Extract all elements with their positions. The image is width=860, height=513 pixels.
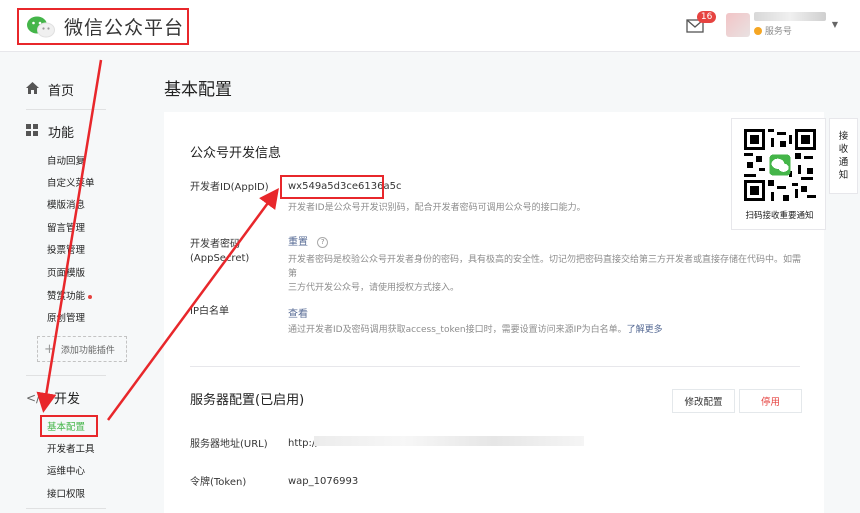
grid-icon — [26, 123, 40, 140]
divider — [26, 109, 106, 110]
sidebar-item-comments[interactable]: 留言管理 — [47, 220, 85, 234]
account-type: 服务号 — [764, 27, 792, 37]
secret-reset-row: 重置 ? — [288, 233, 329, 248]
ip-whitelist-label: IP白名单 — [190, 306, 229, 317]
platform-title: 微信公众平台 — [64, 17, 185, 39]
chevron-down-icon[interactable]: ▼ — [832, 20, 838, 29]
view-ip-whitelist-link[interactable]: 查看 — [288, 305, 308, 320]
server-config-title: 服务器配置(已启用) — [190, 393, 305, 408]
plus-icon: + — [44, 341, 55, 357]
ip-description-text: 通过开发者ID及密码调用获取access_token接口时，需要设置访问来源IP… — [288, 325, 627, 335]
tab-char: 知 — [838, 170, 849, 181]
disable-button[interactable]: 停用 — [739, 389, 802, 413]
ip-whitelist-description: 通过开发者ID及密码调用获取access_token接口时，需要设置访问来源IP… — [288, 323, 808, 337]
annotation-highlight-box — [40, 415, 98, 437]
new-dot-icon — [88, 294, 93, 299]
avatar[interactable] — [725, 12, 750, 37]
dev-info-title: 公众号开发信息 — [190, 146, 282, 161]
divider — [190, 366, 800, 367]
appid-description: 开发者ID是公众号开发识别码，配合开发者密码可调用公众号的接口能力。 — [288, 203, 586, 213]
config-card: 公众号开发信息 开发者ID(AppID) wx549a5d3ce6136a5c … — [164, 112, 824, 513]
page-title: 基本配置 — [164, 80, 232, 100]
secret-label-line: 开发者密码 — [190, 239, 240, 250]
message-button[interactable]: 16 — [686, 10, 717, 33]
secret-label-line: (AppSecret) — [190, 253, 250, 264]
tab-char: 接 — [838, 131, 849, 142]
wechat-logo-icon — [27, 16, 55, 37]
account-name-blurred — [753, 12, 826, 21]
secret-label: 开发者密码 (AppSecret) — [190, 238, 249, 266]
home-icon — [26, 81, 40, 98]
receive-notification-tab[interactable]: 接 收 通 知 — [829, 118, 858, 194]
divider — [26, 508, 106, 509]
sidebar-item-label: 赞赏功能 — [47, 291, 86, 302]
sidebar-item-api-permissions[interactable]: 接口权限 — [47, 486, 85, 500]
sidebar-section-features[interactable]: 功能 — [26, 122, 74, 141]
sidebar-item-home[interactable]: 首页 — [26, 80, 74, 99]
add-plugin-button[interactable]: + 添加功能插件 — [37, 336, 127, 362]
sidebar-section-label: 开发 — [54, 392, 81, 407]
sidebar-item-dev-tools[interactable]: 开发者工具 — [47, 441, 95, 455]
notification-badge: 16 — [696, 10, 717, 23]
token-label: 令牌(Token) — [190, 477, 247, 488]
qr-code-panel: 扫码接收重要通知 — [731, 118, 826, 230]
sidebar-section-label: 功能 — [48, 126, 75, 141]
sidebar-item-custom-menu[interactable]: 自定义菜单 — [47, 175, 95, 189]
secret-description-line: 开发者密码是校验公众号开发者身份的密码，具有极高的安全性。切记勿把密码直接交给第… — [288, 255, 802, 279]
qr-code-image — [744, 129, 816, 201]
add-plugin-label: 添加功能插件 — [60, 345, 115, 356]
sidebar-item-reward[interactable]: 赞赏功能 — [47, 288, 93, 302]
account-area: 16 服务号 ▼ — [686, 10, 838, 37]
qr-caption: 扫码接收重要通知 — [745, 211, 814, 221]
redacted-url — [314, 436, 584, 446]
appid-label: 开发者ID(AppID) — [190, 182, 269, 193]
help-icon[interactable]: ? — [317, 236, 329, 248]
verified-icon — [753, 26, 762, 35]
sidebar-item-original[interactable]: 原创管理 — [47, 310, 85, 324]
annotation-highlight-box — [280, 175, 384, 199]
top-bar: 微信公众平台 16 服务号 ▼ — [0, 0, 860, 52]
sidebar-item-label: 首页 — [48, 84, 75, 99]
token-value: wap_1076993 — [288, 476, 359, 487]
logo[interactable]: 微信公众平台 — [17, 8, 189, 45]
tab-char: 通 — [838, 157, 849, 168]
secret-description: 开发者密码是校验公众号开发者身份的密码，具有极高的安全性。切记勿把密码直接交给第… — [288, 253, 808, 295]
learn-more-link[interactable]: 了解更多 — [627, 325, 663, 335]
reset-secret-link[interactable]: 重置 — [288, 237, 308, 248]
sidebar-item-ops-center[interactable]: 运维中心 — [47, 463, 85, 477]
tab-char: 收 — [838, 144, 849, 155]
sidebar-item-votes[interactable]: 投票管理 — [47, 242, 85, 256]
server-url-label: 服务器地址(URL) — [190, 439, 268, 450]
sidebar-item-template-msg[interactable]: 模版消息 — [47, 197, 85, 211]
sidebar-item-auto-reply[interactable]: 自动回复 — [47, 153, 85, 167]
secret-description-line: 三方代开发公众号，请使用授权方式接入。 — [288, 283, 460, 293]
sidebar: 首页 功能 自动回复 自定义菜单 模版消息 留言管理 投票管理 页面模版 赞赏功… — [0, 52, 140, 513]
account-info[interactable]: 服务号 — [753, 12, 826, 37]
code-icon: </> — [26, 390, 51, 405]
sidebar-section-develop[interactable]: </> 开发 — [26, 388, 81, 408]
divider — [26, 375, 106, 376]
edit-config-button[interactable]: 修改配置 — [672, 389, 735, 413]
sidebar-item-page-template[interactable]: 页面模版 — [47, 265, 85, 279]
